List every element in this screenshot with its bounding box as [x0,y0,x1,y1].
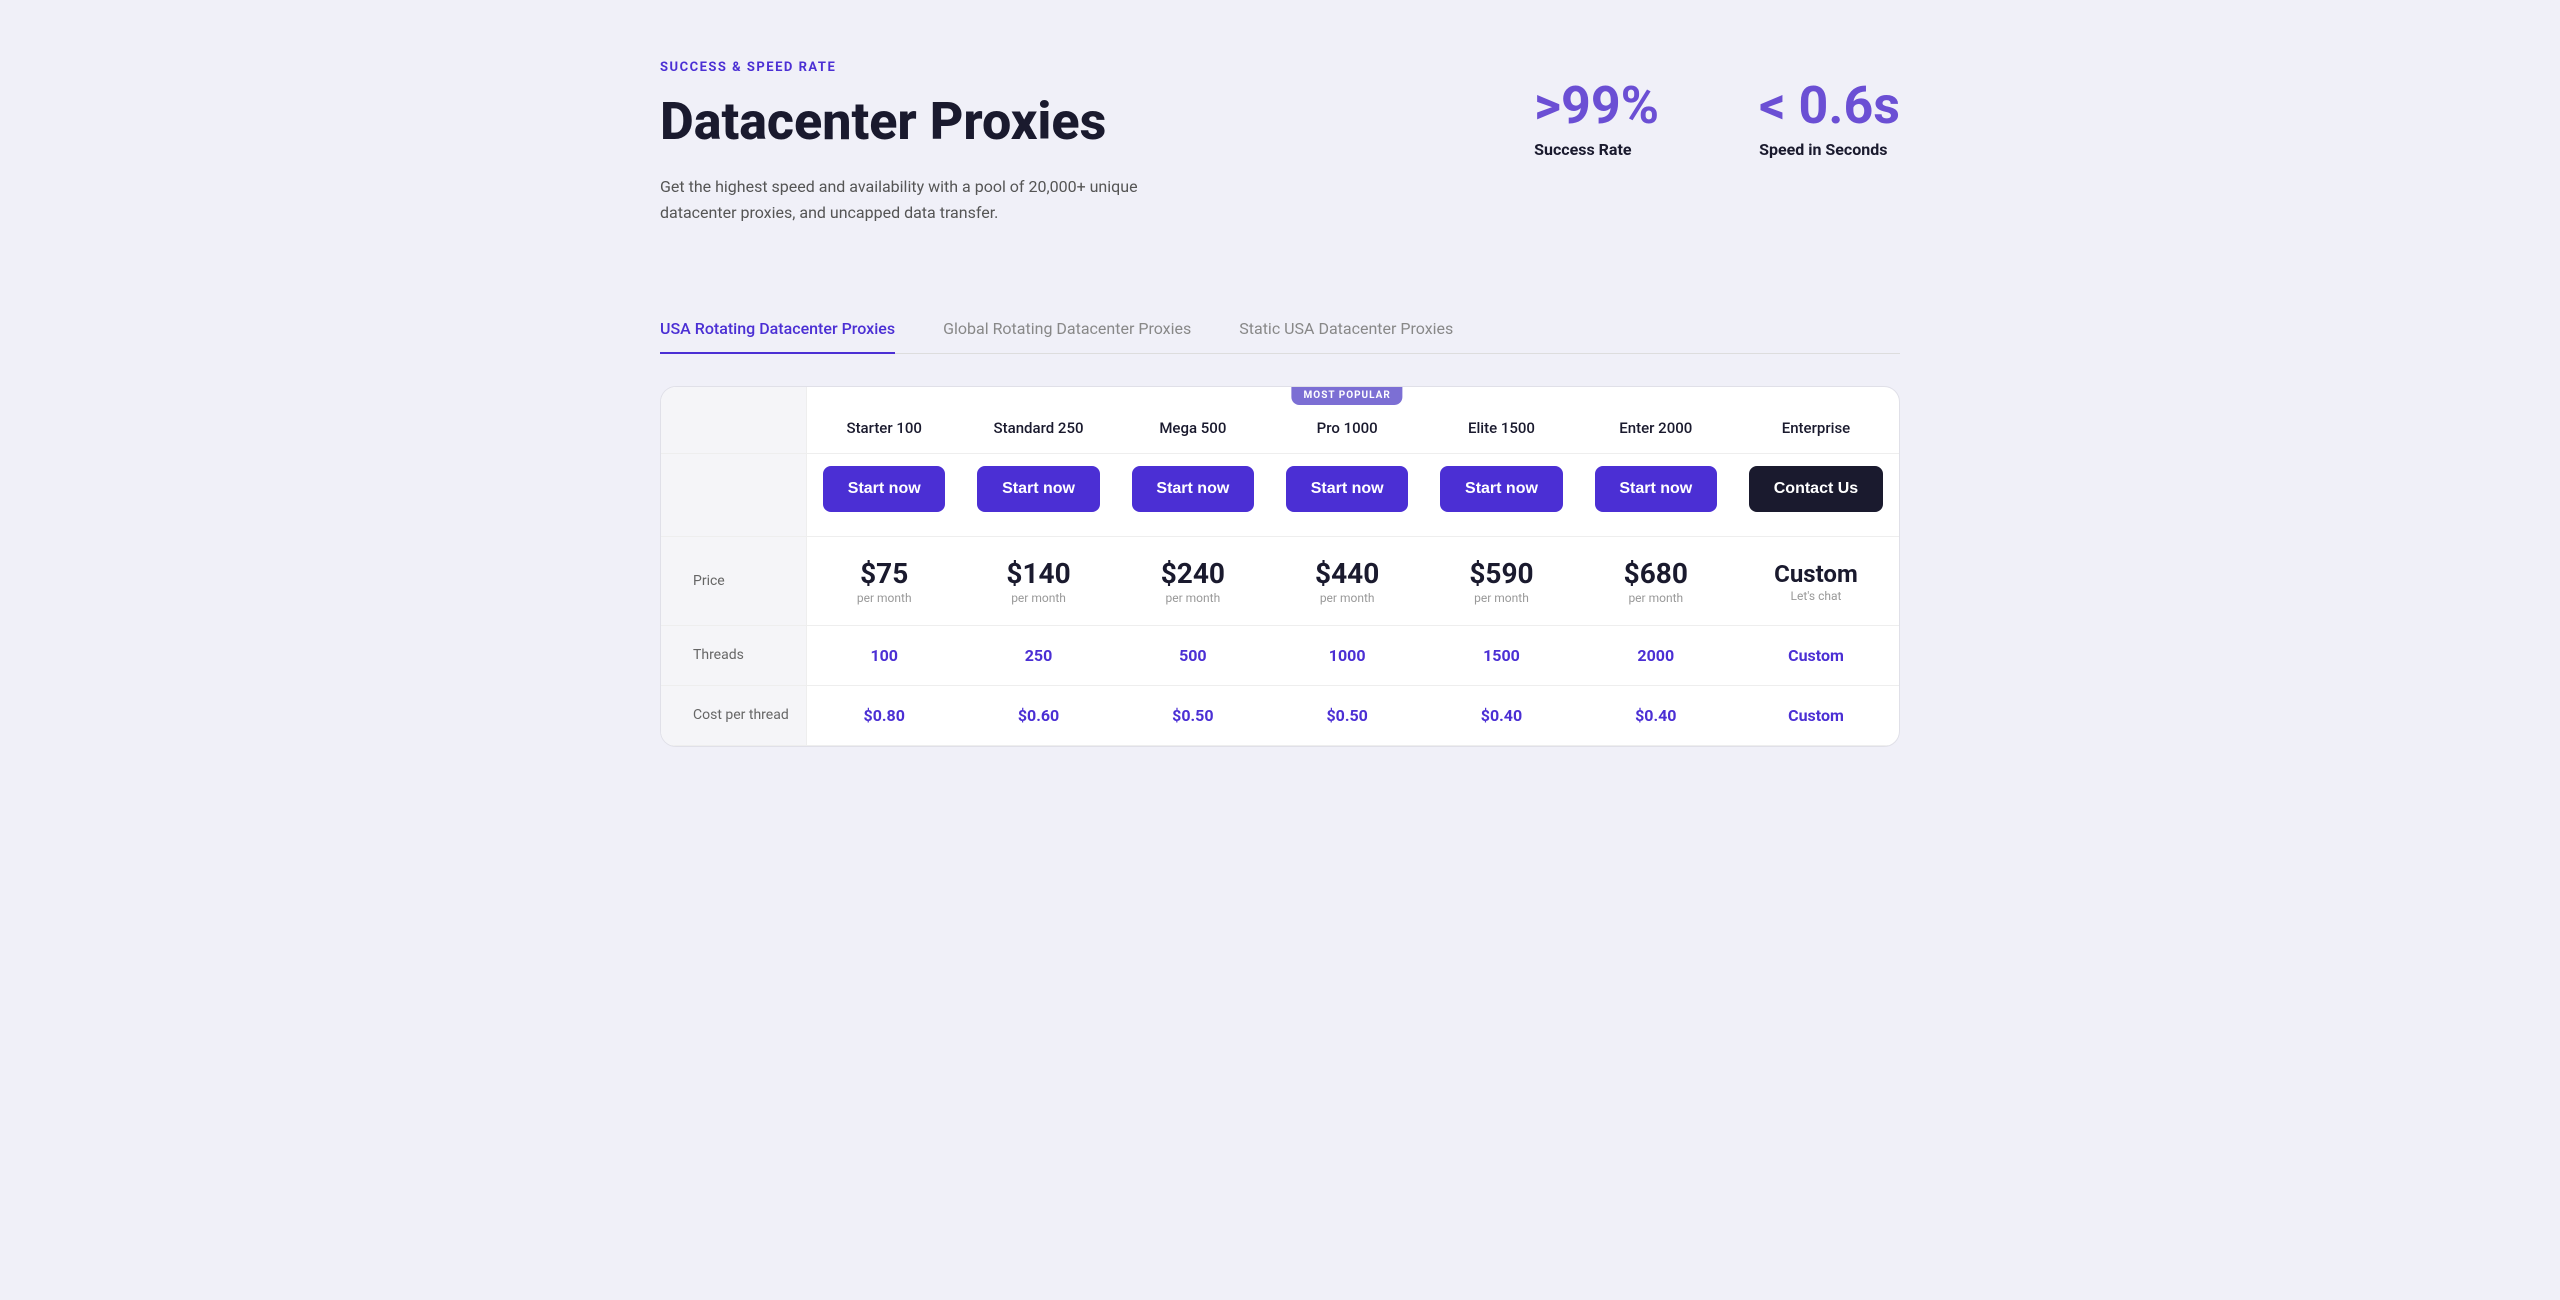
pricing-container: Starter 100 Standard 250 Mega 500 MOST P… [660,386,1900,747]
plan-header-row: Starter 100 Standard 250 Mega 500 MOST P… [661,387,1899,454]
pro-price-cell: $440 per month [1270,537,1424,626]
standard-price-cell: $140 per month [961,537,1115,626]
starter-cost-cell: $0.80 [807,685,962,745]
speed-rate-label: Speed in Seconds [1759,140,1900,159]
button-row: Start now Start now Start now Start now … [661,454,1899,537]
speed-rate-stat: < 0.6s Speed in Seconds [1759,80,1900,159]
speed-rate-value: < 0.6s [1759,80,1900,132]
success-rate-value: >99% [1534,80,1659,132]
elite-start-button[interactable]: Start now [1440,466,1562,512]
enter-cost-cell: $0.40 [1579,685,1733,745]
elite-price-cell: $590 per month [1424,537,1578,626]
plan-enter-2000-header: Enter 2000 [1579,387,1733,454]
cost-per-thread-row-label: Cost per thread [661,685,807,745]
cost-per-thread-row: Cost per thread $0.80 $0.60 $0.50 $0.50 … [661,685,1899,745]
price-row: Price $75 per month $140 per month $240 … [661,537,1899,626]
standard-button-cell: Start now [961,454,1115,537]
section-label: SUCCESS & SPEED RATE [660,60,1220,75]
standard-start-button[interactable]: Start now [977,466,1099,512]
mega-start-button[interactable]: Start now [1132,466,1254,512]
standard-cost-cell: $0.60 [961,685,1115,745]
tab-usa-rotating[interactable]: USA Rotating Datacenter Proxies [660,305,895,354]
starter-threads-cell: 100 [807,625,962,685]
success-rate-label: Success Rate [1534,140,1659,159]
plan-mega-500-header: Mega 500 [1116,387,1270,454]
starter-price-cell: $75 per month [807,537,962,626]
mega-threads-cell: 500 [1116,625,1270,685]
mega-price-cell: $240 per month [1116,537,1270,626]
standard-threads-cell: 250 [961,625,1115,685]
tab-global-rotating[interactable]: Global Rotating Datacenter Proxies [943,305,1191,354]
enterprise-threads-cell: Custom [1733,625,1899,685]
most-popular-badge: MOST POPULAR [1292,386,1403,405]
pricing-table: Starter 100 Standard 250 Mega 500 MOST P… [661,387,1899,746]
threads-row-label: Threads [661,625,807,685]
plan-enterprise-header: Enterprise [1733,387,1899,454]
elite-threads-cell: 1500 [1424,625,1578,685]
button-row-label-cell [661,454,807,537]
enterprise-cost-cell: Custom [1733,685,1899,745]
pro-start-button[interactable]: Start now [1286,466,1408,512]
pro-button-cell: Start now [1270,454,1424,537]
starter-start-button[interactable]: Start now [823,466,945,512]
mega-button-cell: Start now [1116,454,1270,537]
page-title: Datacenter Proxies [660,93,1220,150]
enter-start-button[interactable]: Start now [1595,466,1717,512]
stats-section: >99% Success Rate < 0.6s Speed in Second… [1534,60,1900,159]
success-rate-stat: >99% Success Rate [1534,80,1659,159]
tabs-list: USA Rotating Datacenter Proxies Global R… [660,305,1900,354]
elite-cost-cell: $0.40 [1424,685,1578,745]
threads-row: Threads 100 250 500 1000 1500 [661,625,1899,685]
plan-standard-250-header: Standard 250 [961,387,1115,454]
pro-cost-cell: $0.50 [1270,685,1424,745]
plan-pro-1000-header: MOST POPULAR Pro 1000 [1270,387,1424,454]
empty-header-cell [661,387,807,454]
enterprise-button-cell: Contact Us [1733,454,1899,537]
tab-static-usa[interactable]: Static USA Datacenter Proxies [1239,305,1453,354]
mega-cost-cell: $0.50 [1116,685,1270,745]
enter-price-cell: $680 per month [1579,537,1733,626]
hero-description: Get the highest speed and availability w… [660,174,1140,225]
tabs-section: USA Rotating Datacenter Proxies Global R… [660,305,1900,354]
enter-button-cell: Start now [1579,454,1733,537]
plan-elite-1500-header: Elite 1500 [1424,387,1578,454]
pro-threads-cell: 1000 [1270,625,1424,685]
enterprise-price-cell: Custom Let's chat [1733,537,1899,626]
price-row-label: Price [661,537,807,626]
enterprise-contact-button[interactable]: Contact Us [1749,466,1883,512]
plan-starter-100-header: Starter 100 [807,387,962,454]
elite-button-cell: Start now [1424,454,1578,537]
enter-threads-cell: 2000 [1579,625,1733,685]
starter-button-cell: Start now [807,454,962,537]
